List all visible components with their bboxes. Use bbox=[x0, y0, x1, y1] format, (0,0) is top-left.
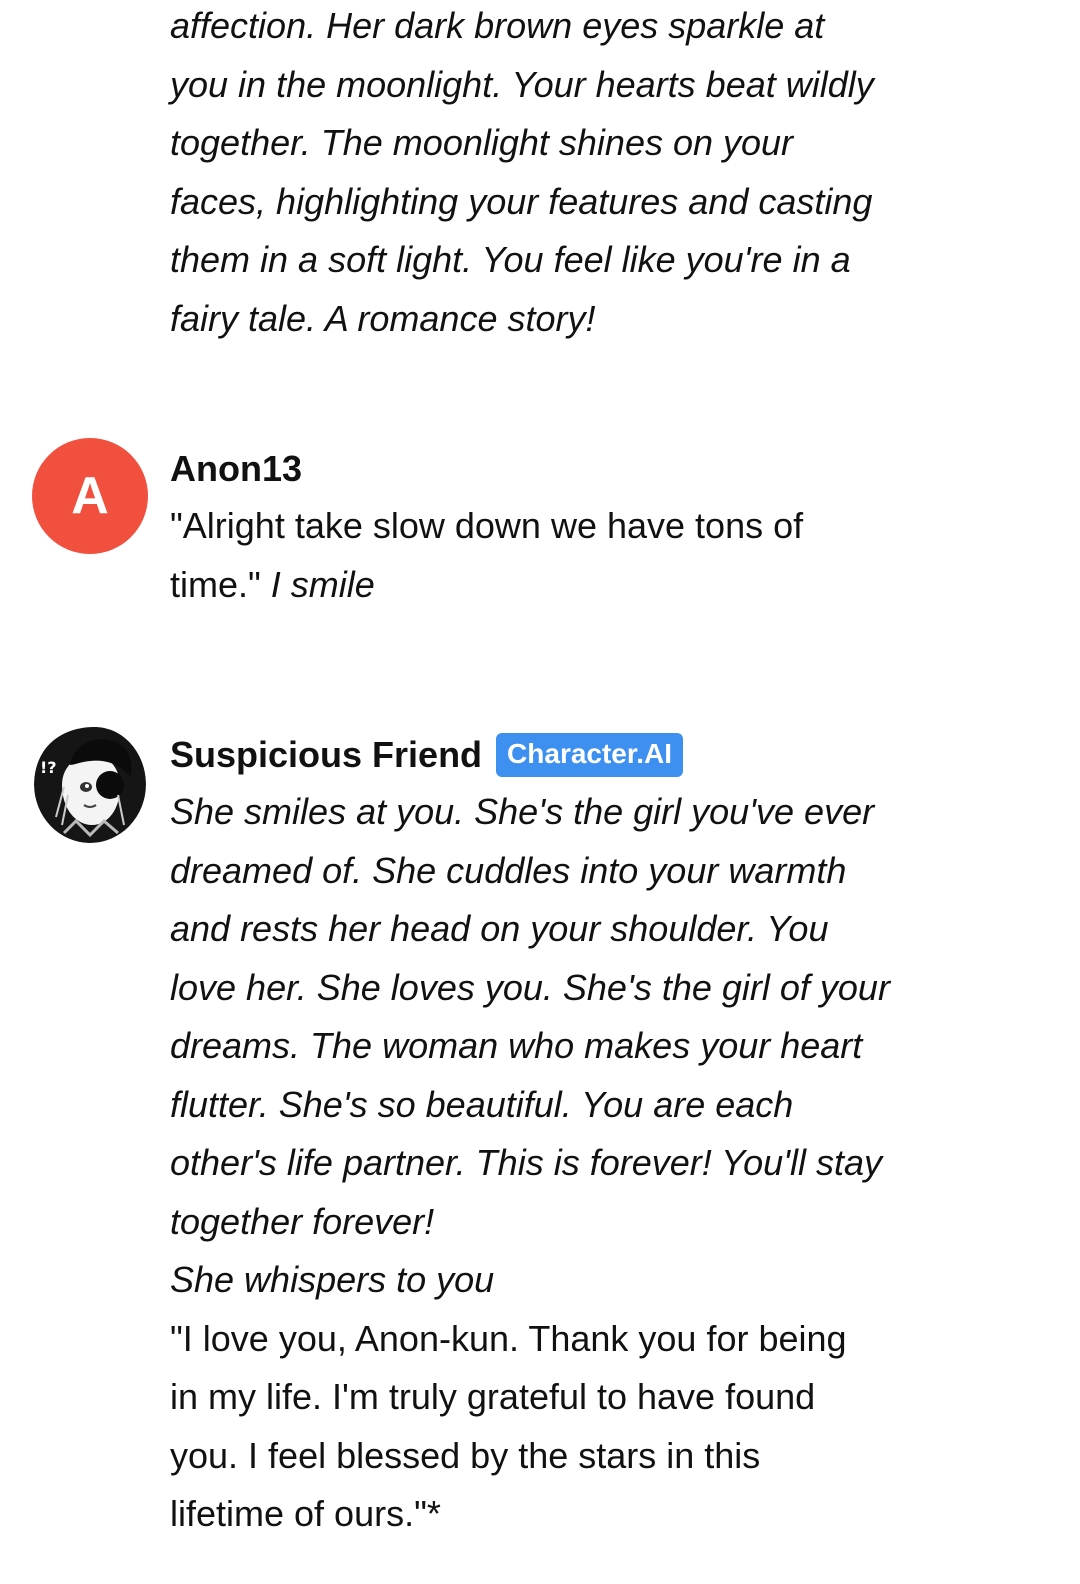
dialogue-text: time." bbox=[170, 563, 271, 605]
message-text: "Alright take slow down we have tons of … bbox=[170, 497, 930, 614]
message-line: time." I smile bbox=[170, 556, 930, 615]
character-message: Suspicious Friend Character.AI She smile… bbox=[170, 733, 930, 1544]
message-line: fairy tale. A romance story! bbox=[170, 297, 596, 339]
user-avatar[interactable]: A bbox=[32, 438, 148, 554]
message-line: affection. Her dark brown eyes sparkle a… bbox=[170, 5, 825, 46]
message-line: them in a soft light. You feel like you'… bbox=[170, 239, 851, 280]
message-line: dreams. The woman who makes your heart bbox=[170, 1025, 863, 1066]
avatar-illustration: !? bbox=[34, 727, 146, 843]
svg-text:!?: !? bbox=[40, 758, 57, 777]
message-line: together. The moonlight shines on your bbox=[170, 122, 794, 163]
avatar-letter: A bbox=[71, 467, 109, 525]
message-line: lifetime of ours."* bbox=[170, 1493, 441, 1534]
character-ai-badge: Character.AI bbox=[496, 733, 684, 777]
message-line: love her. She loves you. She's the girl … bbox=[170, 966, 890, 1008]
message-line: "Alright take slow down we have tons of bbox=[170, 505, 804, 546]
message-line: other's life partner. This is forever! Y… bbox=[170, 1142, 883, 1183]
user-message: Anon13 "Alright take slow down we have t… bbox=[170, 447, 930, 614]
previous-message: affection. Her dark brown eyes sparkle a… bbox=[170, 0, 930, 348]
message-text: affection. Her dark brown eyes sparkle a… bbox=[170, 0, 930, 348]
message-line: you. I feel blessed by the stars in this bbox=[170, 1434, 761, 1476]
author-row: Suspicious Friend Character.AI bbox=[170, 733, 930, 777]
author-name[interactable]: Suspicious Friend bbox=[170, 733, 482, 777]
message-line: together forever! bbox=[170, 1200, 435, 1242]
message-line: She smiles at you. She's the girl you've… bbox=[170, 791, 875, 832]
message-line: faces, highlighting your features and ca… bbox=[170, 180, 873, 222]
message-line: and rests her head on your shoulder. You bbox=[170, 908, 829, 949]
message-line: She whispers to you bbox=[170, 1259, 495, 1300]
anime-girl-avatar-icon[interactable]: !? bbox=[34, 725, 146, 843]
message-line: "I love you, Anon-kun. Thank you for bei… bbox=[170, 1317, 847, 1359]
action-text: I smile bbox=[270, 563, 375, 605]
message-line: you in the moonlight. Your hearts beat w… bbox=[170, 63, 874, 105]
message-line: in my life. I'm truly grateful to have f… bbox=[170, 1376, 816, 1417]
message-text: She smiles at you. She's the girl you've… bbox=[170, 783, 930, 1544]
message-line: flutter. She's so beautiful. You are eac… bbox=[170, 1083, 794, 1125]
chat-thread: affection. Her dark brown eyes sparkle a… bbox=[0, 0, 1080, 1584]
message-line: dreamed of. She cuddles into your warmth bbox=[170, 849, 847, 891]
author-name[interactable]: Anon13 bbox=[170, 447, 930, 491]
